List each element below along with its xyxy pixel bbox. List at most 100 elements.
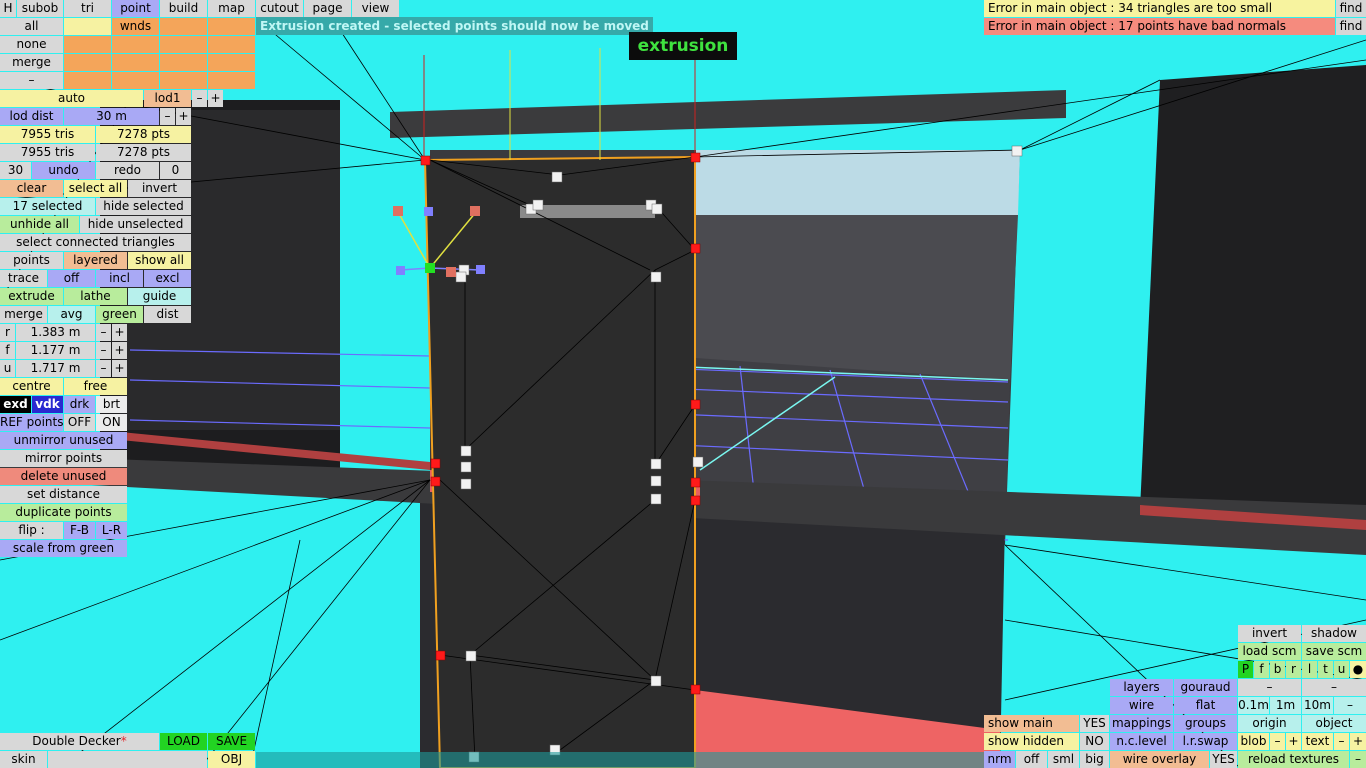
dim-r-value[interactable]: 1.383 m	[16, 324, 95, 341]
lod-dist-value[interactable]: 30 m	[64, 108, 159, 125]
tab-tri[interactable]: tri	[64, 0, 111, 17]
text-minus[interactable]: –	[1334, 733, 1349, 750]
hide-unselected-button[interactable]: hide unselected	[80, 216, 191, 233]
nrm-sml-button[interactable]: sml	[1048, 751, 1079, 768]
origin-button[interactable]: origin	[1238, 715, 1301, 732]
centre-button[interactable]: centre	[0, 378, 63, 395]
text-plus[interactable]: +	[1350, 733, 1366, 750]
shade-minus-1[interactable]: –	[1238, 679, 1301, 696]
filter-cell[interactable]	[64, 18, 111, 35]
find-button-1[interactable]: find	[1336, 0, 1366, 17]
light-r-button[interactable]: r	[1286, 661, 1301, 678]
dim-u-value[interactable]: 1.717 m	[16, 360, 95, 377]
filter-cell[interactable]	[208, 36, 255, 53]
show-main-yes[interactable]: YES	[1080, 715, 1109, 732]
dim-r-plus[interactable]: +	[112, 324, 127, 341]
dim-f-plus[interactable]: +	[112, 342, 127, 359]
show-all-button[interactable]: show all	[128, 252, 191, 269]
filter-cell[interactable]	[160, 18, 207, 35]
vdk-button[interactable]: vdk	[32, 396, 63, 413]
tab-h[interactable]: H	[0, 0, 16, 17]
tab-subob[interactable]: subob	[17, 0, 63, 17]
filter-cell[interactable]	[208, 18, 255, 35]
filter-cell[interactable]	[112, 72, 159, 89]
drk-button[interactable]: drk	[64, 396, 95, 413]
nrm-button[interactable]: nrm	[984, 751, 1015, 768]
undo-button[interactable]: undo	[32, 162, 95, 179]
ref-on-button[interactable]: ON	[96, 414, 127, 431]
blob-minus[interactable]: –	[1270, 733, 1285, 750]
light-p-button[interactable]: P	[1238, 661, 1253, 678]
trace-excl-button[interactable]: excl	[144, 270, 191, 287]
dist-1m-button[interactable]: 1m	[1270, 697, 1301, 714]
scale-from-green-button[interactable]: scale from green	[0, 540, 127, 557]
filter-minus[interactable]: –	[0, 72, 63, 89]
flip-fb-button[interactable]: F-B	[64, 522, 95, 539]
dim-r-minus[interactable]: –	[96, 324, 111, 341]
dim-f-value[interactable]: 1.177 m	[16, 342, 95, 359]
hide-selected-button[interactable]: hide selected	[96, 198, 191, 215]
dim-f-minus[interactable]: –	[96, 342, 111, 359]
guide-button[interactable]: guide	[128, 288, 191, 305]
tab-point[interactable]: point	[112, 0, 159, 17]
filter-cell[interactable]	[64, 36, 111, 53]
filter-merge[interactable]: merge	[0, 54, 63, 71]
skin-field[interactable]	[48, 751, 207, 768]
save-button[interactable]: SAVE	[208, 733, 255, 750]
trace-button[interactable]: trace	[0, 270, 47, 287]
show-hidden-no[interactable]: NO	[1080, 733, 1109, 750]
points-button[interactable]: points	[0, 252, 63, 269]
free-button[interactable]: free	[64, 378, 127, 395]
clear-button[interactable]: clear	[0, 180, 63, 197]
light-t-button[interactable]: t	[1318, 661, 1333, 678]
lod-dist-minus[interactable]: –	[160, 108, 175, 125]
select-all-button[interactable]: select all	[64, 180, 127, 197]
lod-minus-button[interactable]: –	[192, 90, 207, 107]
nrm-off-button[interactable]: off	[1016, 751, 1047, 768]
load-scm-button[interactable]: load scm	[1238, 643, 1301, 660]
trace-off-button[interactable]: off	[48, 270, 95, 287]
duplicate-points-button[interactable]: duplicate points	[0, 504, 127, 521]
save-scm-button[interactable]: save scm	[1302, 643, 1366, 660]
light-u-button[interactable]: u	[1334, 661, 1349, 678]
flat-button[interactable]: flat	[1174, 697, 1237, 714]
invert-button[interactable]: invert	[1238, 625, 1301, 642]
mirror-points-button[interactable]: mirror points	[0, 450, 127, 467]
filter-none[interactable]: none	[0, 36, 63, 53]
wire-overlay-yes[interactable]: YES	[1210, 751, 1237, 768]
mappings-button[interactable]: mappings	[1110, 715, 1173, 732]
filter-all[interactable]: all	[0, 18, 63, 35]
lr-swap-button[interactable]: l.r.swap	[1174, 733, 1237, 750]
object-button[interactable]: object	[1302, 715, 1366, 732]
dist-10m-button[interactable]: 10m	[1302, 697, 1333, 714]
layered-button[interactable]: layered	[64, 252, 127, 269]
blob-plus[interactable]: +	[1286, 733, 1301, 750]
nrm-big-button[interactable]: big	[1080, 751, 1109, 768]
exd-button[interactable]: exd	[0, 396, 31, 413]
tab-map[interactable]: map	[208, 0, 255, 17]
tab-build[interactable]: build	[160, 0, 207, 17]
filter-cell[interactable]	[160, 36, 207, 53]
tab-view[interactable]: view	[352, 0, 399, 17]
avg-button[interactable]: avg	[48, 306, 95, 323]
light-dot-icon[interactable]: ●	[1350, 661, 1366, 678]
lod1-button[interactable]: lod1	[144, 90, 191, 107]
dist-button[interactable]: dist	[144, 306, 191, 323]
filter-cell[interactable]	[64, 54, 111, 71]
green-button[interactable]: green	[96, 306, 143, 323]
redo-button[interactable]: redo	[96, 162, 159, 179]
filter-cell[interactable]	[208, 72, 255, 89]
dim-u-plus[interactable]: +	[112, 360, 127, 377]
extrude-button[interactable]: extrude	[0, 288, 63, 305]
lod-dist-plus[interactable]: +	[176, 108, 191, 125]
viewport-3d[interactable]	[0, 0, 1366, 768]
text-button[interactable]: text	[1302, 733, 1333, 750]
lod-auto-button[interactable]: auto	[0, 90, 143, 107]
wire-button[interactable]: wire	[1110, 697, 1173, 714]
reload-minus[interactable]: –	[1350, 751, 1366, 768]
filter-cell[interactable]	[112, 54, 159, 71]
filter-cell[interactable]	[64, 72, 111, 89]
object-name[interactable]: Double Decker*	[0, 733, 159, 750]
set-distance-button[interactable]: set distance	[0, 486, 127, 503]
filter-cell[interactable]	[112, 36, 159, 53]
